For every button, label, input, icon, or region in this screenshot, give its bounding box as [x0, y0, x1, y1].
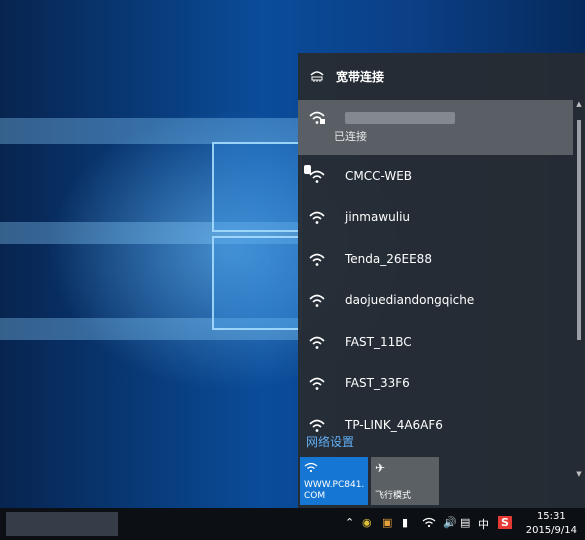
connection-status: 已连接 — [334, 130, 367, 143]
wifi-tray-icon[interactable] — [422, 516, 436, 531]
wifi-warning-icon — [304, 164, 326, 185]
wifi-network-connected[interactable]: 已连接 — [298, 100, 573, 155]
airplane-mode-tile[interactable]: ✈ 飞行模式 — [371, 457, 439, 505]
network-settings-link[interactable]: 网络设置 — [306, 433, 354, 450]
wifi-network-item[interactable]: daojuediandongqiche — [298, 280, 573, 322]
airplane-icon: ✈ — [375, 461, 386, 475]
wifi-signal-icon — [308, 291, 326, 309]
battery-icon[interactable]: ▮ — [402, 516, 408, 529]
volume-icon[interactable]: 🔊 — [443, 516, 457, 529]
wifi-signal-icon — [308, 416, 326, 434]
network-list-scrollbar[interactable]: ▲ ▼ — [575, 100, 583, 478]
window-logo-pane — [212, 236, 302, 330]
network-name: Tenda_26EE88 — [345, 251, 432, 266]
wifi-icon — [304, 462, 318, 476]
network-name: daojuediandongqiche — [345, 293, 475, 308]
wifi-signal-icon — [308, 374, 326, 392]
airplane-mode-label: 飞行模式 — [375, 491, 412, 501]
wifi-network-item[interactable]: FAST_33F6 — [298, 363, 573, 405]
network-flyout: 宽带连接 已连接 CMCC-WEB jinmawuliu Tenda_26EE8… — [298, 53, 585, 508]
wifi-network-item[interactable]: CMCC-WEB — [298, 155, 573, 197]
sogou-input-icon[interactable]: S — [498, 516, 512, 529]
wifi-network-item[interactable]: FAST_11BC — [298, 321, 573, 363]
wifi-secured-icon — [308, 108, 326, 126]
scroll-down-icon[interactable]: ▼ — [575, 470, 583, 478]
ethernet-icon — [308, 67, 326, 85]
wifi-signal-icon — [308, 250, 326, 268]
taskbar: ⌃ ◉ ▣ ▮ 🔊 ▤ 中 S 15:31 2015/9/14 — [0, 508, 585, 540]
scrollbar-thumb[interactable] — [577, 120, 581, 340]
wifi-signal-icon — [308, 333, 326, 351]
clock-time: 15:31 — [536, 511, 566, 522]
wifi-network-item[interactable]: jinmawuliu — [298, 197, 573, 239]
network-name: CMCC-WEB — [345, 168, 413, 183]
network-name: TP-LINK_4A6AF6 — [345, 417, 443, 432]
broadband-connection-header[interactable]: 宽带连接 — [298, 53, 585, 99]
network-name: FAST_33F6 — [345, 376, 410, 391]
taskbar-app-blurred[interactable] — [6, 512, 118, 536]
show-hidden-icons-icon[interactable]: ⌃ — [345, 516, 354, 529]
network-name-blurred — [345, 112, 455, 124]
wifi-signal-icon — [308, 208, 326, 226]
ime-indicator[interactable]: 中 — [478, 516, 489, 532]
broadband-connection-label: 宽带连接 — [336, 69, 385, 84]
security-app-icon[interactable]: ◉ — [362, 516, 372, 529]
wifi-toggle-tile[interactable]: WWW.PC841. COM — [300, 457, 368, 505]
action-center-icon[interactable]: ▤ — [460, 516, 470, 529]
window-logo-pane — [212, 142, 302, 232]
network-name: jinmawuliu — [345, 210, 411, 225]
wifi-network-item[interactable]: Tenda_26EE88 — [298, 238, 573, 280]
lock-app-icon[interactable]: ▣ — [382, 516, 392, 529]
network-name: FAST_11BC — [345, 334, 412, 349]
warning-icon — [304, 164, 311, 174]
wifi-tile-label: WWW.PC841. COM — [304, 480, 365, 501]
taskbar-clock[interactable]: 15:31 2015/9/14 — [526, 510, 577, 538]
clock-date: 2015/9/14 — [525, 525, 577, 536]
wifi-network-list: 已连接 CMCC-WEB jinmawuliu Tenda_26EE88 dao… — [298, 100, 573, 478]
scroll-up-icon[interactable]: ▲ — [575, 100, 583, 108]
